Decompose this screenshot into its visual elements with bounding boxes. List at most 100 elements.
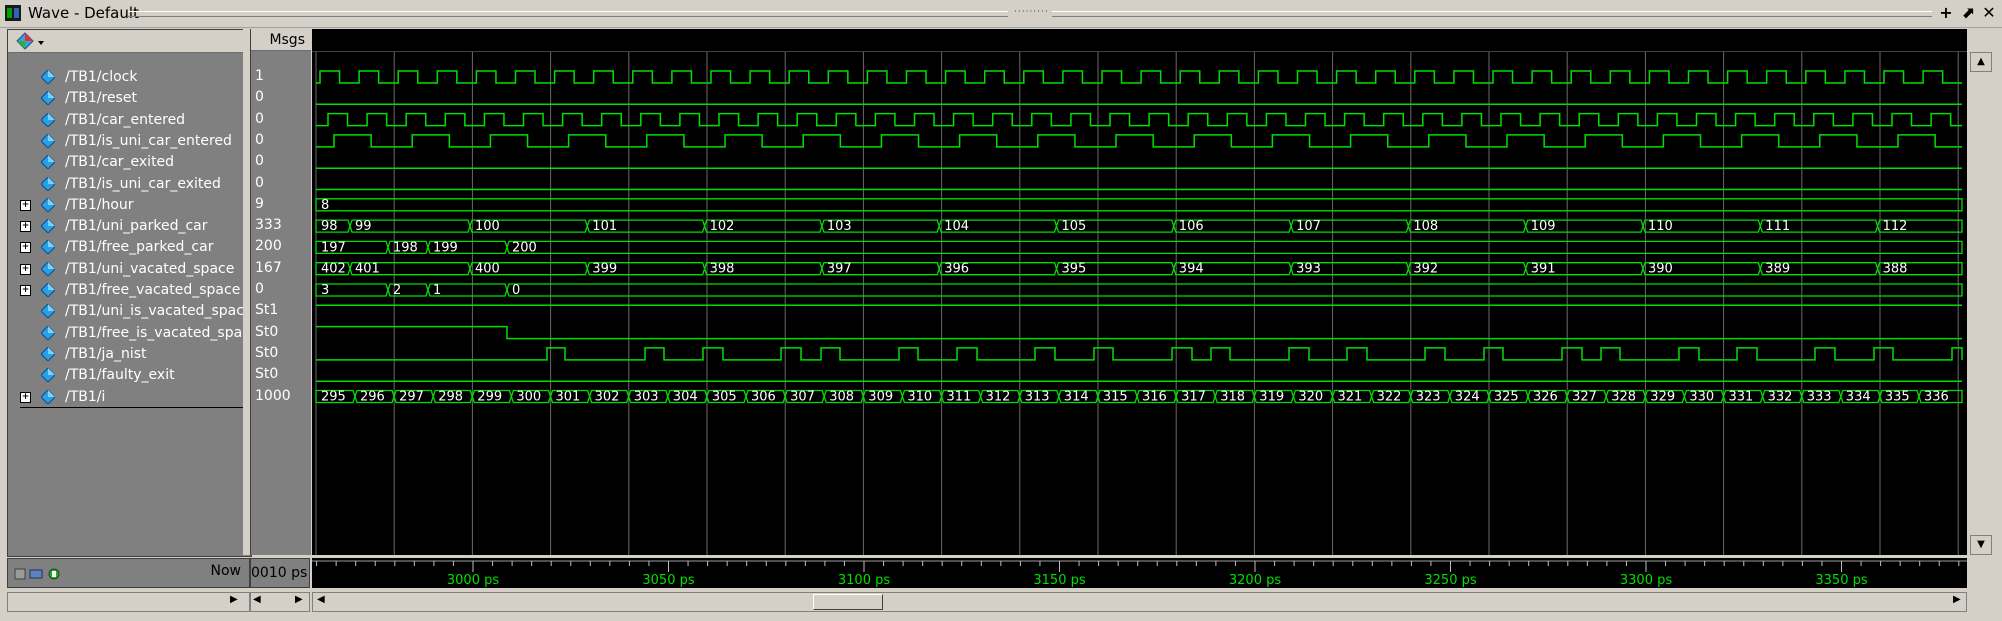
values-horizontal-scrollbar[interactable]: ◀ ▶	[250, 592, 310, 612]
waveform-canvas[interactable]: 898 99 100 101 102 103 104 105 106 107 108 109 110 11…	[312, 29, 1967, 555]
waveform-display[interactable]: 8 98 99 100 101 102 103 104 105 106 107 108 109 110 11…	[312, 29, 1967, 555]
signal-name-car-entered[interactable]: /TB1/car_entered	[65, 110, 185, 131]
signal-name-faulty-exit[interactable]: /TB1/faulty_exit	[65, 365, 175, 386]
bus-value-label: 391	[1531, 262, 1556, 277]
names-scroll-right-icon[interactable]: ▶	[230, 594, 238, 605]
bus-value-label: 306	[751, 390, 776, 405]
zoom-in-window-button[interactable]: +	[1937, 4, 1955, 22]
bus-value-label: 310	[907, 390, 932, 405]
signal-value-is-uni-car-exited: 0	[255, 174, 264, 191]
bus-value-label: 390	[1648, 262, 1673, 277]
wave-horizontal-scrollbar[interactable]: ◀ ▶	[312, 592, 1967, 612]
scroll-up-arrow-icon[interactable]: ▲	[1970, 52, 1992, 72]
column-splitter[interactable]	[243, 29, 250, 555]
expand-hour-icon[interactable]: +	[20, 199, 31, 211]
signal-name-is-uni-car-exited[interactable]: /TB1/is_uni_car_exited	[65, 174, 221, 195]
bus-value-label: 1	[433, 283, 441, 298]
signal-name-clock[interactable]: /TB1/clock	[65, 67, 137, 88]
bus-value-label: 329	[1650, 390, 1675, 405]
now-value: 0010 ps	[250, 558, 310, 588]
undock-window-button[interactable]: ⬈	[1959, 4, 1977, 22]
bus-value-label: 314	[1064, 390, 1089, 405]
signal-name-free-is-vacated-space[interactable]: /TB1/free_is_vacated_space	[65, 323, 258, 344]
signal-name-is-uni-car-entered[interactable]: /TB1/is_uni_car_entered	[65, 131, 232, 152]
signal-value-reset: 0	[255, 89, 264, 106]
bus-value-label: 103	[827, 219, 852, 234]
signal-diamond-icon	[41, 368, 55, 383]
signal-name-i[interactable]: /TB1/i	[65, 387, 105, 408]
signal-diamond-icon	[41, 133, 55, 148]
expand-free-vacated-space-icon[interactable]: +	[20, 285, 31, 296]
window-titlebar: Wave - Default ········· + ⬈ ✕	[0, 0, 2002, 28]
signal-name-uni-vacated-space[interactable]: /TB1/uni_vacated_space	[65, 259, 234, 280]
signal-name-ja-nist[interactable]: /TB1/ja_nist	[65, 344, 147, 365]
values-scroll-right-icon[interactable]: ▶	[295, 594, 303, 605]
bus-value-label: 3	[321, 283, 329, 298]
signal-name-free-parked-car[interactable]: /TB1/free_parked_car	[65, 237, 213, 258]
bus-value-label: 323	[1416, 390, 1441, 405]
vertical-scrollbar[interactable]: ▲ ▼	[1970, 52, 1992, 555]
bus-value-label: 315	[1103, 390, 1128, 405]
scroll-down-arrow-icon[interactable]: ▼	[1970, 535, 1992, 555]
signal-name-car-exited[interactable]: /TB1/car_exited	[65, 152, 174, 173]
cursor-tools-icon[interactable]	[14, 567, 64, 581]
bus-value-label: 326	[1533, 390, 1558, 405]
bus-value-label: 319	[1259, 390, 1284, 405]
values-scroll-left-icon[interactable]: ◀	[253, 594, 261, 605]
signal-value-ja-nist: St0	[255, 344, 279, 361]
time-axis-label: 3100 ps	[838, 573, 890, 588]
signal-value-uni-parked-car: 333	[255, 217, 282, 234]
bus-value-label: 108	[1413, 219, 1438, 234]
wave-scroll-left-icon[interactable]: ◀	[317, 594, 325, 605]
window-title: Wave - Default	[28, 4, 139, 22]
is-uni-car-entered-wave	[316, 134, 1962, 148]
bus-value-label: 327	[1572, 390, 1597, 405]
expand-i-icon[interactable]: +	[20, 391, 31, 403]
signal-value-free-is-vacated-space: St0	[255, 323, 279, 340]
signal-toolbar	[8, 30, 251, 53]
signal-name-hour[interactable]: /TB1/hour	[65, 195, 134, 216]
bus-value-label: 392	[1413, 262, 1438, 277]
title-grip-dots[interactable]: ·········	[1014, 7, 1048, 17]
close-window-button[interactable]: ✕	[1980, 4, 1998, 22]
expand-free-parked-car-icon[interactable]: +	[20, 242, 31, 254]
signal-names-panel: /TB1/clock/TB1/reset/TB1/car_entered/TB1…	[7, 29, 258, 557]
bus-value-label: 312	[986, 390, 1011, 405]
bus-value-label: 321	[1338, 390, 1363, 405]
wave-tools-icon[interactable]	[16, 32, 46, 50]
title-grip-left	[128, 11, 1008, 17]
now-box: Now	[7, 558, 250, 588]
wave-scroll-right-icon[interactable]: ▶	[1953, 594, 1961, 605]
bus-value-label: 298	[438, 390, 463, 405]
bus-value-label: 336	[1924, 390, 1949, 405]
bus-value-label: 388	[1883, 262, 1908, 277]
last-row-underline	[20, 406, 250, 408]
bus-value-label: 324	[1455, 390, 1480, 405]
signal-value-free-vacated-space: 0	[255, 281, 264, 297]
title-grip-right	[1052, 11, 1932, 17]
bus-value-label: 106	[1179, 219, 1204, 234]
wave-scroll-thumb[interactable]	[813, 594, 883, 610]
signal-name-free-vacated-space[interactable]: /TB1/free_vacated_space	[65, 280, 240, 301]
signal-diamond-icon	[41, 70, 55, 84]
bus-value-label: 395	[1062, 262, 1087, 277]
names-horizontal-scrollbar[interactable]: ▶	[7, 592, 250, 612]
time-axis-label: 3200 ps	[1229, 573, 1281, 588]
bus-value-label: 302	[595, 390, 620, 405]
signal-name-reset[interactable]: /TB1/reset	[65, 88, 137, 109]
signal-diamond-icon	[41, 304, 55, 319]
car-entered-wave	[316, 112, 1962, 127]
bus-value-label: 299	[477, 390, 502, 405]
bus-value-label: 300	[516, 390, 541, 405]
signal-value-faulty-exit: St0	[255, 366, 279, 383]
expand-uni-parked-car-icon[interactable]: +	[20, 221, 31, 233]
expand-uni-vacated-space-icon[interactable]: +	[20, 263, 31, 275]
signal-value-is-uni-car-entered: 0	[255, 131, 264, 148]
bus-segment	[506, 240, 1963, 255]
bus-value-label: 101	[592, 219, 617, 234]
signal-name-uni-is-vacated-space[interactable]: /TB1/uni_is_vacated_space	[65, 301, 253, 322]
signal-diamond-icon	[41, 240, 55, 255]
signal-name-uni-parked-car[interactable]: /TB1/uni_parked_car	[65, 216, 208, 237]
bus-value-label: 400	[475, 262, 500, 277]
bus-value-label: 8	[321, 198, 329, 213]
